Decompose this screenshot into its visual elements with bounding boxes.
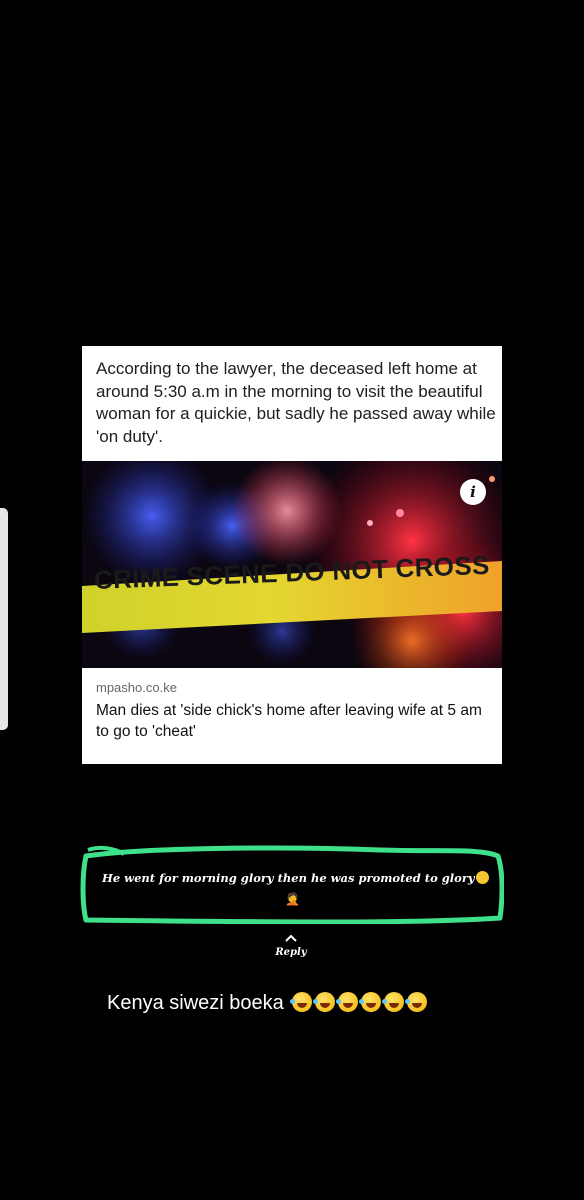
article-image[interactable]: CRIME SCENE DO NOT CROSS i xyxy=(82,461,502,668)
article-quote: According to the lawyer, the deceased le… xyxy=(96,359,496,446)
chevron-up-icon xyxy=(270,932,312,944)
edge-panel-handle[interactable] xyxy=(0,508,8,730)
article-card[interactable]: According to the lawyer, the deceased le… xyxy=(82,346,502,764)
laughing-emoji xyxy=(359,992,382,1012)
info-icon[interactable]: i xyxy=(460,479,486,505)
reply-button[interactable]: Reply xyxy=(270,932,312,958)
comment-body: He went for morning glory then he was pr… xyxy=(102,871,475,885)
article-source: mpasho.co.ke xyxy=(96,680,177,695)
comment-highlight: He went for morning glory then he was pr… xyxy=(80,844,505,925)
grimacing-face-emoji xyxy=(475,871,489,884)
post-caption: Kenya siwezi boeka xyxy=(107,992,428,1015)
reply-label: Reply xyxy=(275,947,307,958)
laughing-emoji xyxy=(336,992,359,1012)
caption-text: Kenya siwezi boeka xyxy=(107,992,284,1014)
laughing-emoji xyxy=(382,992,405,1012)
comment-text: He went for morning glory then he was pr… xyxy=(102,871,492,885)
laughing-emoji xyxy=(405,992,428,1012)
person-facepalming-emoji: 🤦 xyxy=(285,892,300,906)
article-headline[interactable]: Man dies at 'side chick's home after lea… xyxy=(96,700,496,742)
laughing-emoji xyxy=(290,992,313,1012)
laughing-emoji xyxy=(313,992,336,1012)
